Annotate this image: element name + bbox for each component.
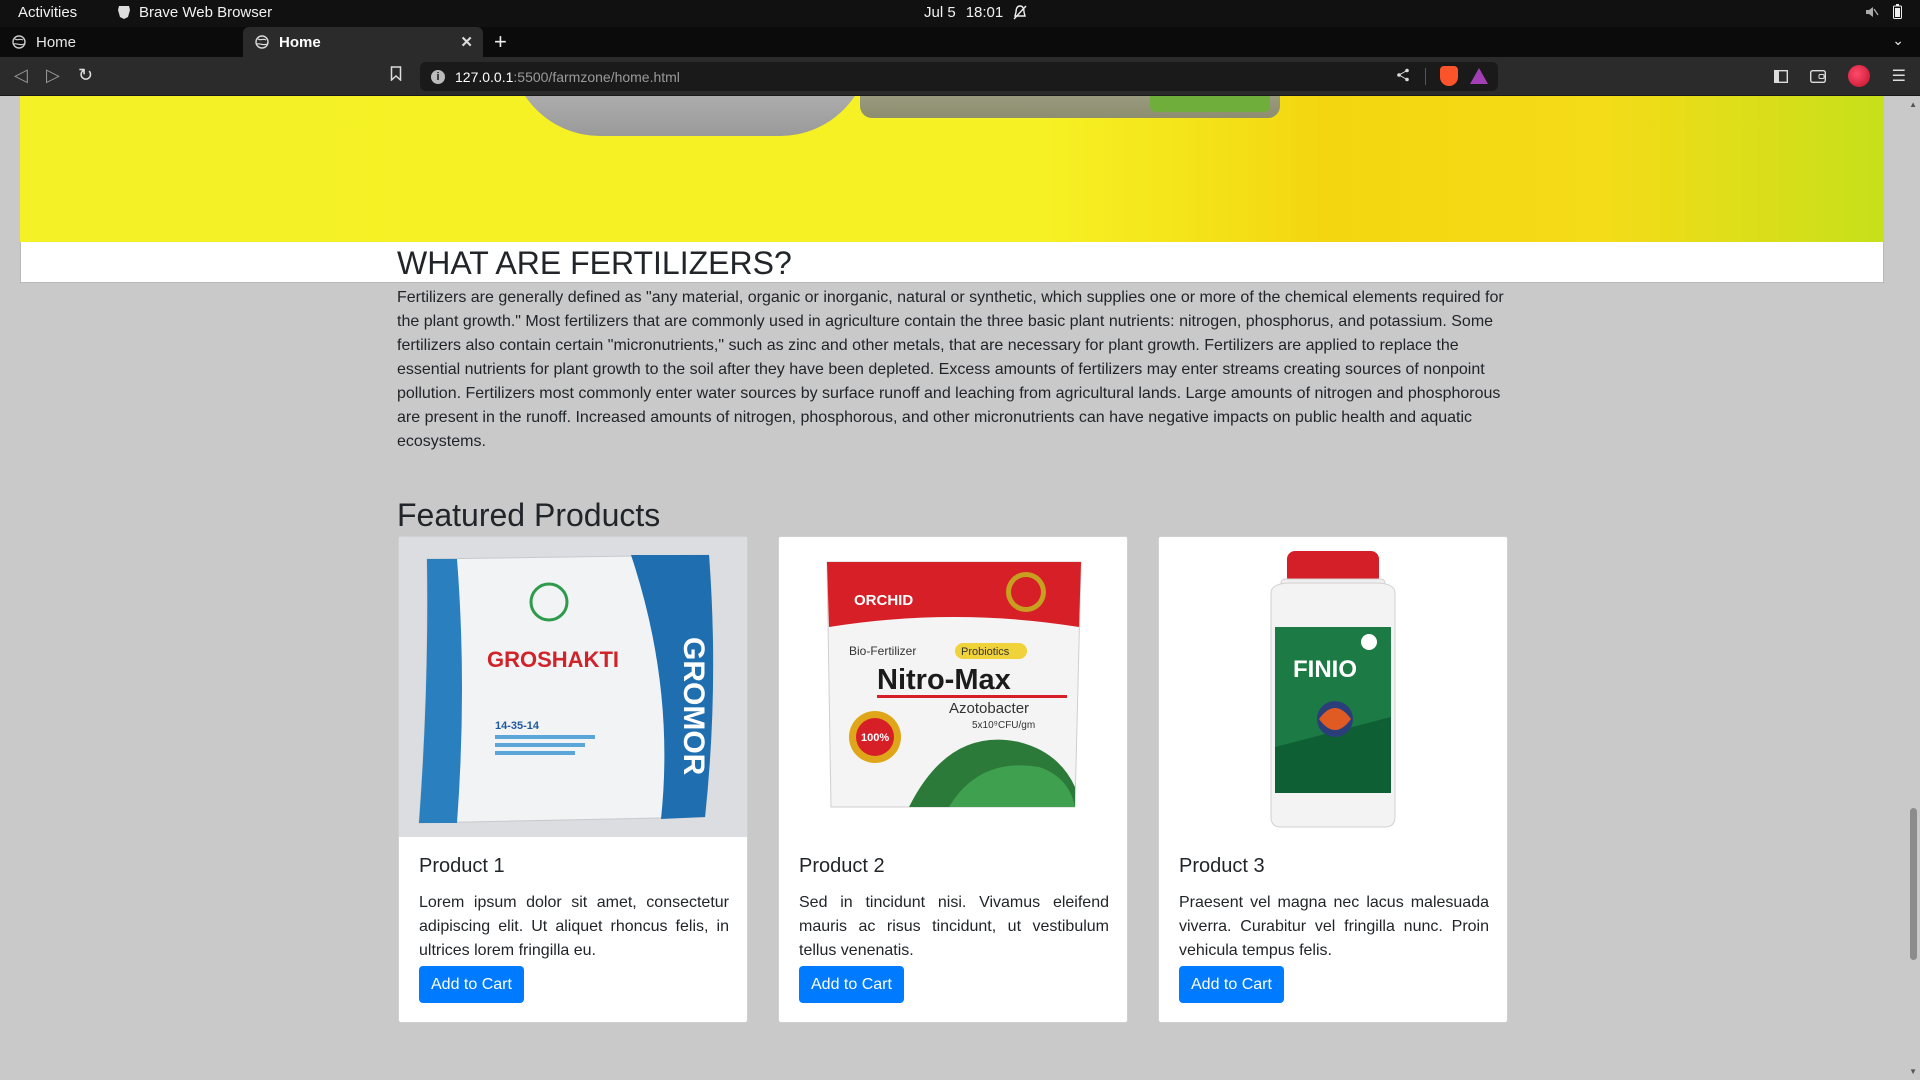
section-body: Fertilizers are generally defined as "an… [397,289,1504,450]
tab-home-1[interactable]: Home [0,27,240,57]
back-icon[interactable]: ◁ [14,65,28,86]
tab-strip: Home Home ✕ + ⌄ [0,27,1920,57]
product-card: ORCHID Bio-Fertilizer Probiotics Nitro-M… [778,536,1128,1023]
pouch-name-text: Nitro-Max [877,664,1011,696]
product-description: Praesent vel magna nec lacus malesuada v… [1179,894,1489,959]
system-tray[interactable] [1865,4,1902,19]
add-to-cart-button[interactable]: Add to Cart [799,966,904,1003]
notifications-muted-icon [1013,5,1027,20]
divider [1425,68,1426,85]
new-tab-icon[interactable]: + [494,29,507,55]
tab-label: Home [279,33,321,51]
app-menu[interactable]: Brave Web Browser [117,4,272,21]
product-title: Product 2 [799,855,885,877]
bookmark-icon[interactable] [390,66,402,85]
pouch-seal-text: 100% [861,732,889,744]
menu-icon[interactable]: ☰ [1892,66,1906,86]
brave-rewards-icon[interactable] [1470,68,1488,84]
hero-shape [1150,96,1270,112]
bag-grade-text: 14-35-14 [495,720,540,732]
brave-lion-icon [118,6,130,19]
address-bar[interactable]: i 127.0.0.1:5500/farmzone/home.html [420,62,1498,91]
pouch-tag-text: Probiotics [961,646,1010,658]
page-scrollbar[interactable]: ▲ ▼ [1906,96,1920,1080]
tab-label: Home [36,33,77,51]
tab-home-2[interactable]: Home ✕ [243,27,483,57]
scroll-down-arrow-icon[interactable]: ▼ [1909,1067,1917,1076]
app-name: Brave Web Browser [139,4,273,21]
product-title: Product 3 [1179,855,1265,877]
brave-shields-icon[interactable] [1440,66,1458,86]
url-path: :5500/farmzone/home.html [513,68,680,85]
globe-icon [12,35,26,49]
scroll-up-arrow-icon[interactable]: ▲ [1909,100,1917,109]
clock-date: Jul 5 [924,4,956,21]
page-viewport: WHAT ARE FERTILIZERS? Fertilizers are ge… [0,96,1920,1080]
pouch-cfu-text: 5x10⁹CFU/gm [972,720,1035,731]
product-image-nitro-max-pouch: ORCHID Bio-Fertilizer Probiotics Nitro-M… [779,537,1127,837]
product-description: Sed in tincidunt nisi. Vivamus eleifend … [799,894,1109,959]
volume-muted-icon [1866,6,1879,17]
globe-icon [255,35,269,49]
sidebar-toggle-icon[interactable] [1773,69,1788,83]
system-top-bar: Activities Brave Web Browser Jul 5 18:01 [0,0,1920,27]
fertilizer-info-section: WHAT ARE FERTILIZERS? Fertilizers are ge… [397,244,1509,454]
section-heading: WHAT ARE FERTILIZERS? [397,245,792,281]
pouch-type-text: Bio-Fertilizer [849,644,916,658]
activities-button[interactable]: Activities [18,4,77,21]
add-to-cart-button[interactable]: Add to Cart [1179,966,1284,1003]
product-image-finio-bottle: FINIO [1159,537,1507,837]
product-card: FINIO Product 3 Praesent vel magna nec l… [1158,536,1508,1023]
bag-side-text: GROMOR [677,637,710,776]
clock[interactable]: Jul 5 18:01 [924,4,1027,21]
share-icon[interactable] [1396,68,1410,85]
browser-toolbar: ◁ ▷ ↻ i 127.0.0.1:5500/farmzone/home.htm… [0,57,1920,96]
product-description: Lorem ipsum dolor sit amet, consectetur … [419,894,729,959]
wallet-icon[interactable] [1809,69,1826,83]
site-info-icon[interactable]: i [431,69,445,84]
battery-icon [1893,4,1902,19]
reload-icon[interactable]: ↻ [78,65,93,86]
bottle-brand-text: FINIO [1293,656,1357,683]
forward-icon[interactable]: ▷ [46,65,60,86]
pouch-sub-text: Azotobacter [949,700,1029,717]
bag-brand-text: GROSHAKTI [487,647,619,672]
hero-shape [510,96,870,136]
pouch-brand-text: ORCHID [854,592,913,609]
url-host: 127.0.0.1 [455,68,514,85]
product-image-groshakti-bag: GROMOR GROSHAKTI 14-35-14 [399,537,747,837]
clock-time: 18:01 [965,4,1004,21]
scrollbar-thumb[interactable] [1910,808,1917,960]
close-tab-icon[interactable]: ✕ [460,33,473,51]
add-to-cart-button[interactable]: Add to Cart [419,966,524,1003]
featured-heading: Featured Products [397,497,661,533]
product-title: Product 1 [419,855,505,877]
product-card: GROMOR GROSHAKTI 14-35-14 Product 1 Lore… [398,536,748,1023]
hero-banner-image [20,96,1884,242]
profile-avatar[interactable] [1847,65,1870,87]
tab-search-chevron-icon[interactable]: ⌄ [1892,32,1904,49]
